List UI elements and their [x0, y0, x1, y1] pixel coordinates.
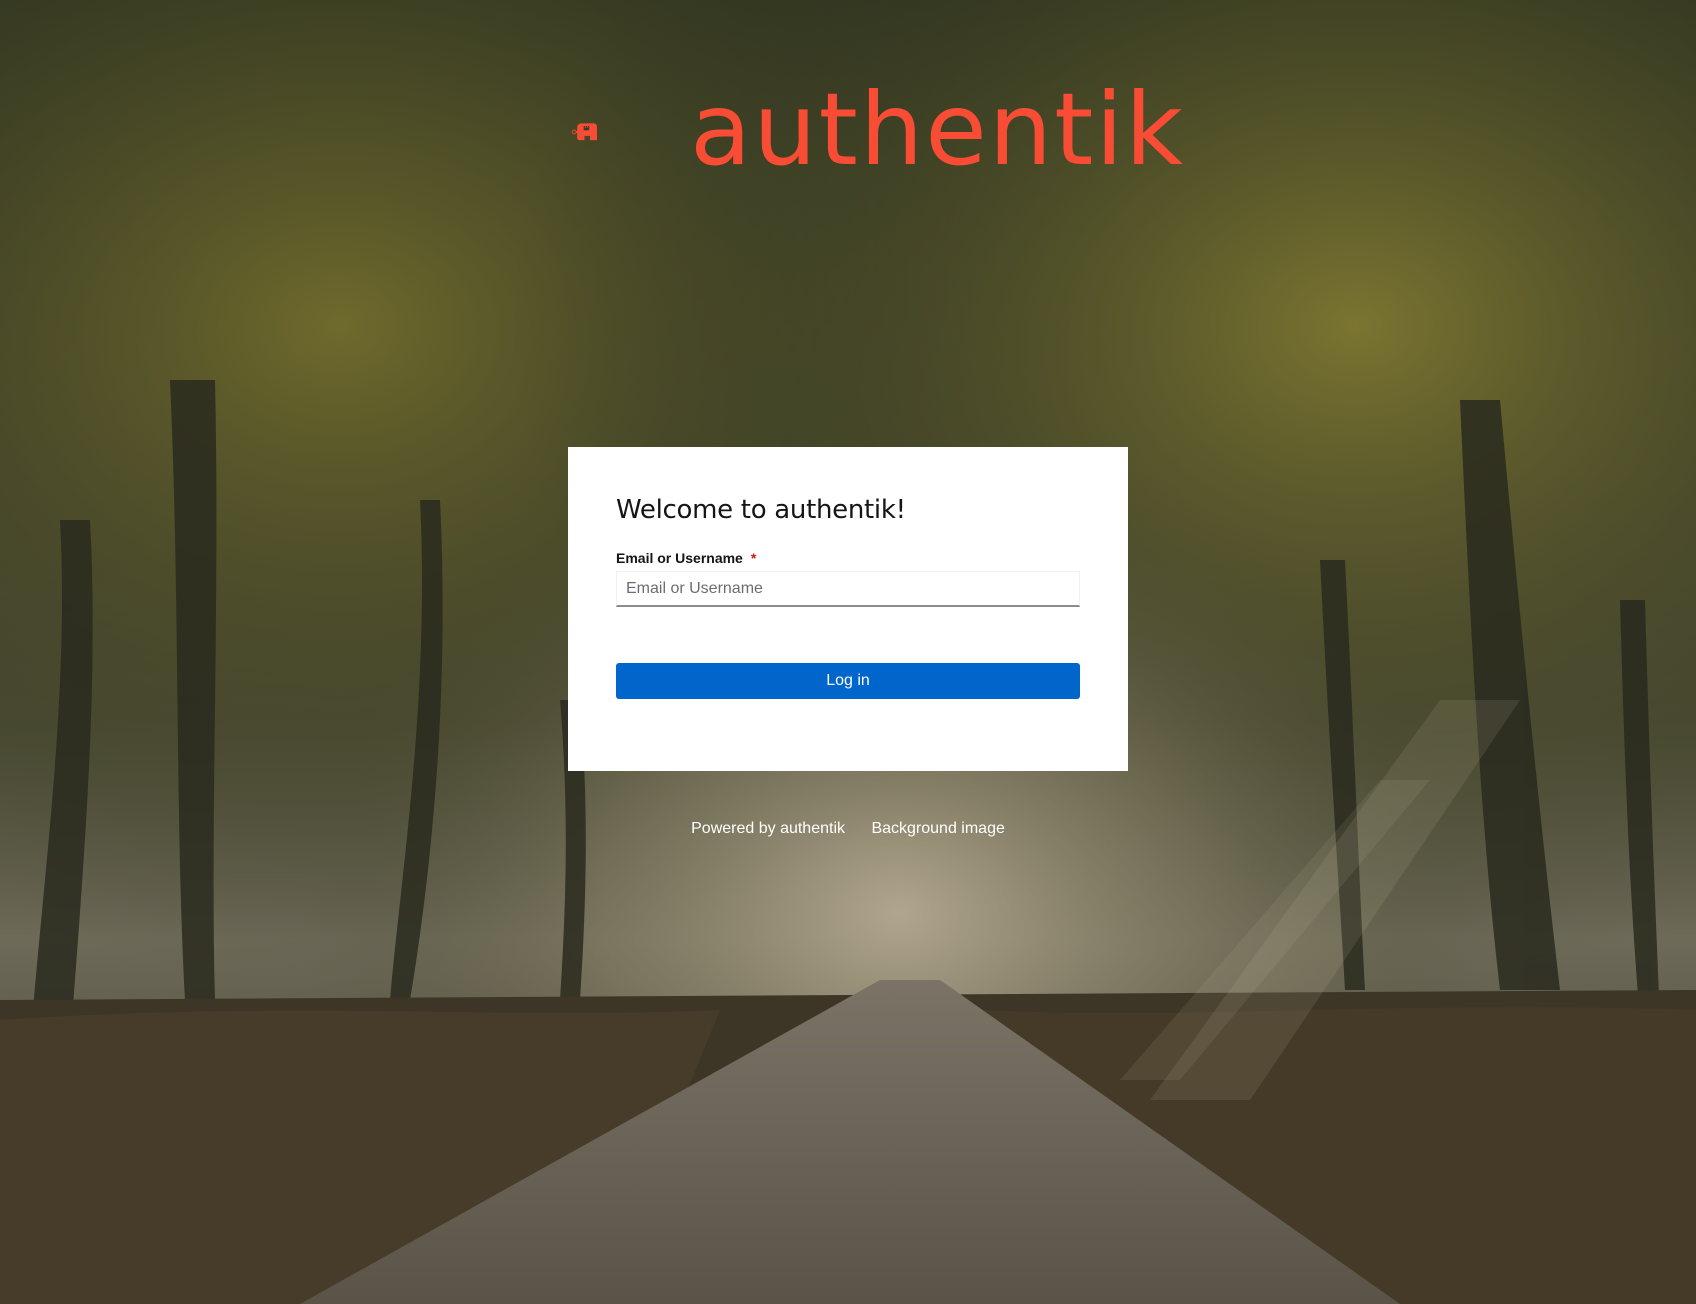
login-button[interactable]: Log in	[616, 663, 1080, 699]
footer-links: Powered by authentik Background image	[0, 820, 1696, 838]
background-image-link[interactable]: Background image	[871, 820, 1004, 837]
authentik-logo	[572, 123, 597, 141]
identifier-label: Email or Username *	[616, 550, 756, 566]
required-marker: *	[750, 550, 757, 566]
powered-by-link[interactable]: Powered by authentik	[691, 820, 845, 837]
login-card: Welcome to authentik! Email or Username *…	[568, 447, 1128, 771]
authentik-wordmark: authentik	[690, 71, 1186, 188]
card-title: Welcome to authentik!	[616, 495, 906, 525]
identifier-label-text: Email or Username	[616, 550, 743, 566]
identifier-input[interactable]	[616, 571, 1080, 607]
